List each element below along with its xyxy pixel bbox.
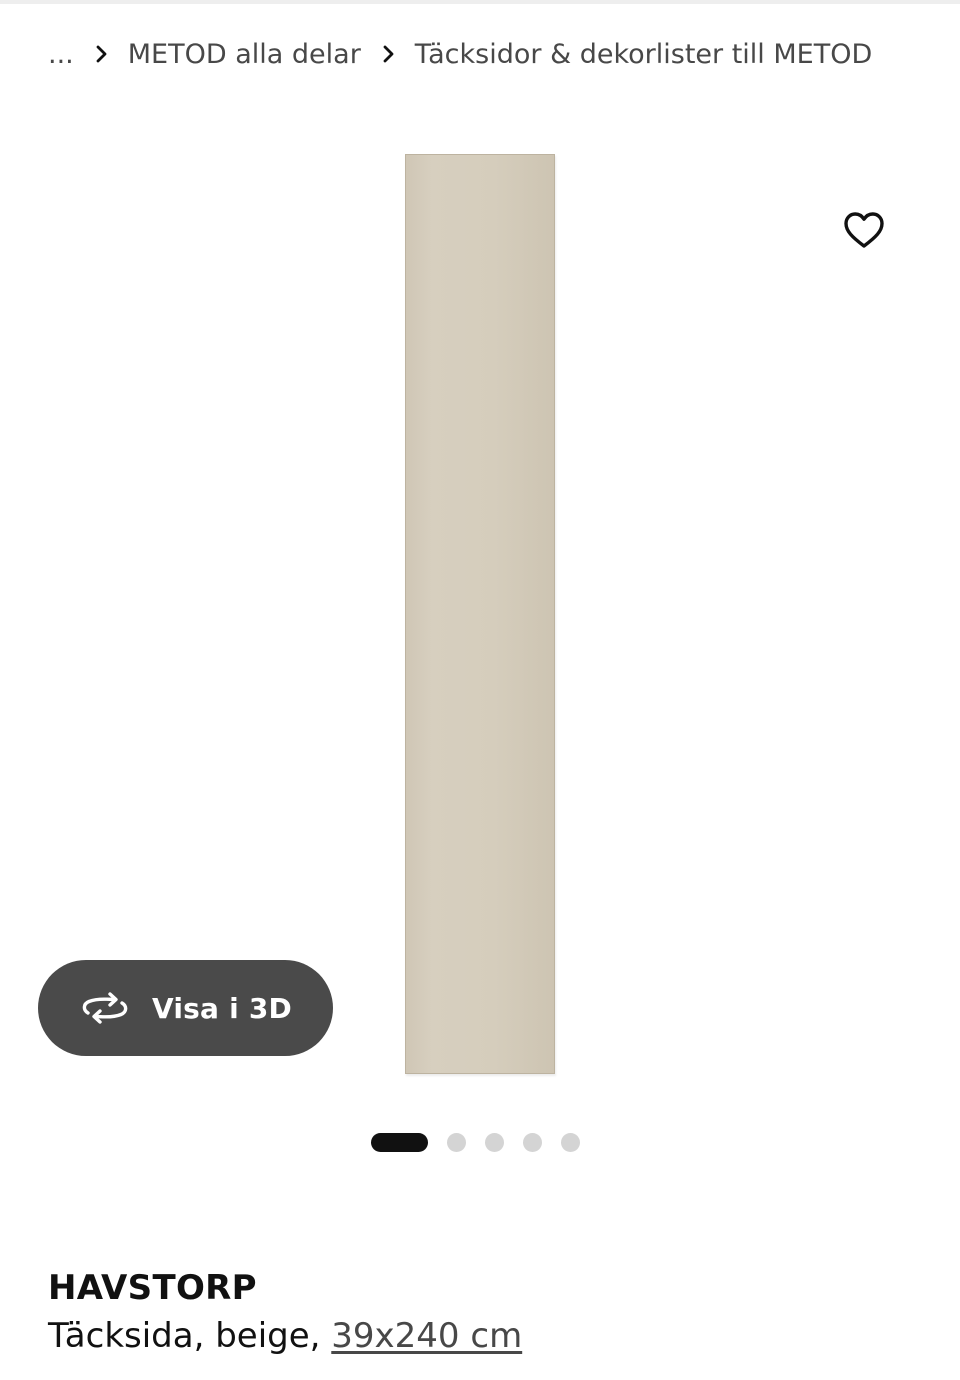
product-image-gallery[interactable]: Visa i 3D bbox=[0, 104, 960, 1104]
pagination-dot-active[interactable] bbox=[370, 1132, 428, 1152]
product-description: Täcksida, beige, 39x240 cm bbox=[48, 1316, 522, 1356]
chevron-right-icon bbox=[96, 45, 108, 63]
pagination-dot[interactable] bbox=[446, 1132, 466, 1152]
product-size-link[interactable]: 39x240 cm bbox=[331, 1316, 522, 1356]
pagination-dot[interactable] bbox=[560, 1132, 580, 1152]
chevron-right-icon bbox=[383, 45, 395, 63]
top-divider bbox=[0, 0, 960, 4]
view-in-3d-label: Visa i 3D bbox=[152, 991, 292, 1025]
breadcrumb-item-tacksidor[interactable]: Täcksidor & dekorlister till METOD bbox=[415, 39, 872, 70]
product-image-cover-panel bbox=[405, 154, 555, 1074]
product-page: ... METOD alla delar Täcksidor & dekorli… bbox=[0, 0, 960, 1380]
pagination-dot[interactable] bbox=[522, 1132, 542, 1152]
product-type: Täcksida, beige, bbox=[48, 1316, 321, 1356]
gallery-pagination bbox=[0, 1132, 960, 1152]
breadcrumb: ... METOD alla delar Täcksidor & dekorli… bbox=[48, 34, 872, 74]
view-in-3d-button[interactable]: Visa i 3D bbox=[38, 960, 333, 1056]
pagination-dot[interactable] bbox=[484, 1132, 504, 1152]
heart-outline-icon bbox=[844, 212, 884, 248]
favorite-button[interactable] bbox=[836, 204, 892, 256]
product-name: HAVSTORP bbox=[48, 1268, 257, 1308]
rotate-3d-icon bbox=[80, 991, 130, 1025]
breadcrumb-item-metod-alla-delar[interactable]: METOD alla delar bbox=[128, 39, 361, 70]
breadcrumb-ellipsis[interactable]: ... bbox=[48, 39, 74, 70]
